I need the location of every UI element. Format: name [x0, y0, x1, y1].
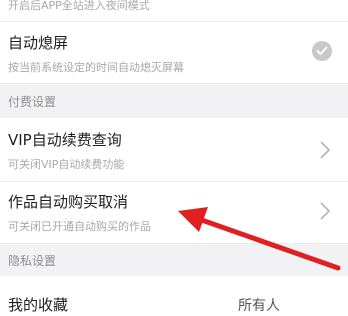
auto-screen-off-subtitle: 按当前系统设定的时间自动熄灭屏幕	[8, 61, 184, 74]
my-favorites-title: 我的收藏	[8, 296, 69, 314]
chevron-right-icon	[320, 141, 331, 159]
vip-renewal-subtitle: 可关闭VIP自动续费功能	[8, 158, 125, 171]
auto-screen-off-checkbox[interactable]	[312, 41, 332, 61]
section-header-privacy: 隐私设置	[0, 244, 348, 276]
chevron-right-icon	[320, 202, 331, 220]
auto-purchase-title: 作品自动购买取消	[8, 193, 129, 211]
vip-renewal-row[interactable]: VIP自动续费查询 可关闭VIP自动续费功能	[0, 118, 348, 182]
vip-renewal-title: VIP自动续费查询	[8, 131, 122, 149]
my-favorites-visibility: 所有人	[238, 298, 280, 314]
auto-purchase-row[interactable]: 作品自动购买取消 可关闭已开通自动购买的作品	[0, 182, 348, 244]
auto-purchase-subtitle: 可关闭已开通自动购买的作品	[8, 220, 151, 233]
section-header-paid: 付费设置	[0, 84, 348, 118]
section-paid-label: 付费设置	[8, 95, 57, 109]
check-icon	[316, 46, 328, 55]
my-favorites-row[interactable]: 我的收藏 所有人	[0, 276, 348, 316]
section-privacy-label: 隐私设置	[8, 254, 57, 268]
auto-screen-off-title: 自动熄屏	[8, 34, 69, 52]
auto-screen-off-row[interactable]: 自动熄屏 按当前系统设定的时间自动熄灭屏幕	[0, 22, 348, 84]
night-mode-subtitle: 开启后APP全站进入夜间模式	[8, 0, 150, 12]
night-mode-row[interactable]: 开启后APP全站进入夜间模式	[0, 0, 348, 22]
